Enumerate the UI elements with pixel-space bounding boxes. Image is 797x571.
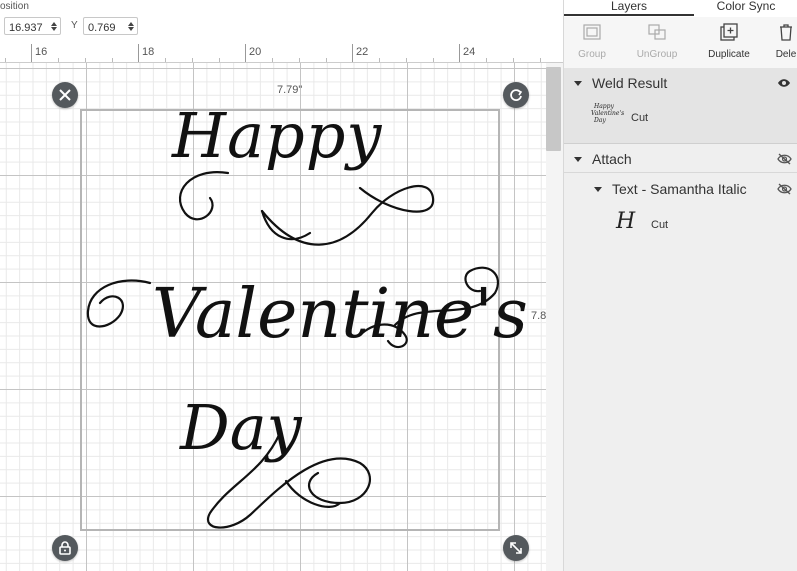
- group-label: Group: [578, 49, 606, 60]
- y-position-stepper[interactable]: [126, 19, 136, 33]
- design-text-valentines: Valentine's: [152, 275, 528, 354]
- x-position-stepper[interactable]: [49, 19, 59, 33]
- ruler-label-24: 24: [463, 46, 476, 58]
- layer-attach[interactable]: Attach: [564, 144, 797, 173]
- layer-text-samantha-italic[interactable]: Text - Samantha Italic: [564, 175, 797, 204]
- collapse-caret-icon[interactable]: [574, 81, 582, 86]
- lock-handle[interactable]: [52, 535, 78, 561]
- ruler-label-16: 16: [35, 46, 48, 58]
- tab-layers[interactable]: Layers: [564, 0, 694, 16]
- duplicate-button[interactable]: Duplicate: [702, 17, 756, 67]
- layer-text-cut-item[interactable]: H Cut: [564, 204, 797, 246]
- ungroup-label: UnGroup: [636, 49, 678, 60]
- weld-thumbnail: Happy Valentine's Day: [591, 103, 625, 124]
- rotate-icon: [510, 89, 523, 101]
- duplicate-label: Duplicate: [708, 49, 750, 60]
- tab-color-sync[interactable]: Color Sync: [694, 0, 797, 16]
- collapse-caret-icon[interactable]: [574, 157, 582, 162]
- layer-weld-result[interactable]: Weld Result: [564, 68, 797, 97]
- ruler-label-18: 18: [142, 46, 155, 58]
- layer-weld-cut-item[interactable]: Happy Valentine's Day Cut: [564, 97, 797, 144]
- delete-handle[interactable]: [52, 82, 78, 108]
- delete-button[interactable]: Dele: [774, 17, 797, 67]
- layers-panel: Layers Color Sync Group UnGroup Duplicat…: [563, 0, 797, 571]
- collapse-caret-icon[interactable]: [594, 187, 602, 192]
- canvas-vertical-scrollbar[interactable]: [546, 63, 563, 571]
- design-canvas[interactable]: 7.79" 7.8 Happy Valentine's Day: [0, 63, 546, 571]
- delete-label: Dele: [775, 49, 797, 60]
- canvas-scroll-thumb[interactable]: [546, 67, 561, 151]
- x-position-field[interactable]: [4, 17, 61, 36]
- y-position-label: Y: [71, 20, 78, 31]
- layer-toolbar: Group UnGroup Duplicate Dele: [564, 17, 797, 69]
- resize-icon: [510, 542, 522, 554]
- rotate-handle[interactable]: [503, 82, 529, 108]
- y-position-input[interactable]: [84, 20, 122, 36]
- text-layer-title: Text - Samantha Italic: [612, 181, 747, 197]
- lock-icon: [59, 541, 71, 555]
- duplicate-icon: [720, 23, 738, 41]
- ungroup-button[interactable]: UnGroup: [630, 17, 684, 67]
- design-text-day: Day: [180, 391, 302, 464]
- design-text-happy: Happy: [172, 99, 383, 172]
- attach-title: Attach: [592, 151, 632, 167]
- y-position-field[interactable]: [83, 17, 138, 36]
- resize-handle[interactable]: [503, 535, 529, 561]
- ungroup-icon: [648, 24, 666, 40]
- group-button[interactable]: Group: [572, 17, 612, 67]
- weld-cut-label: Cut: [631, 112, 649, 124]
- visibility-eye-icon[interactable]: [777, 78, 791, 88]
- trash-icon: [780, 24, 792, 41]
- visibility-hidden-icon[interactable]: [777, 153, 792, 165]
- position-label: osition: [0, 1, 29, 12]
- ruler-label-22: 22: [356, 46, 369, 58]
- text-cut-label: Cut: [651, 219, 669, 231]
- panel-tabs: Layers Color Sync: [564, 0, 797, 17]
- close-icon: [59, 89, 71, 101]
- weld-result-title: Weld Result: [592, 75, 668, 91]
- group-icon: [583, 24, 601, 40]
- x-position-input[interactable]: [5, 20, 43, 36]
- ruler-label-20: 20: [249, 46, 262, 58]
- visibility-hidden-icon[interactable]: [777, 183, 792, 195]
- position-bar: osition Y: [0, 0, 563, 45]
- text-thumbnail: H: [616, 209, 636, 234]
- horizontal-ruler: 16 18 20 22 24: [0, 44, 563, 63]
